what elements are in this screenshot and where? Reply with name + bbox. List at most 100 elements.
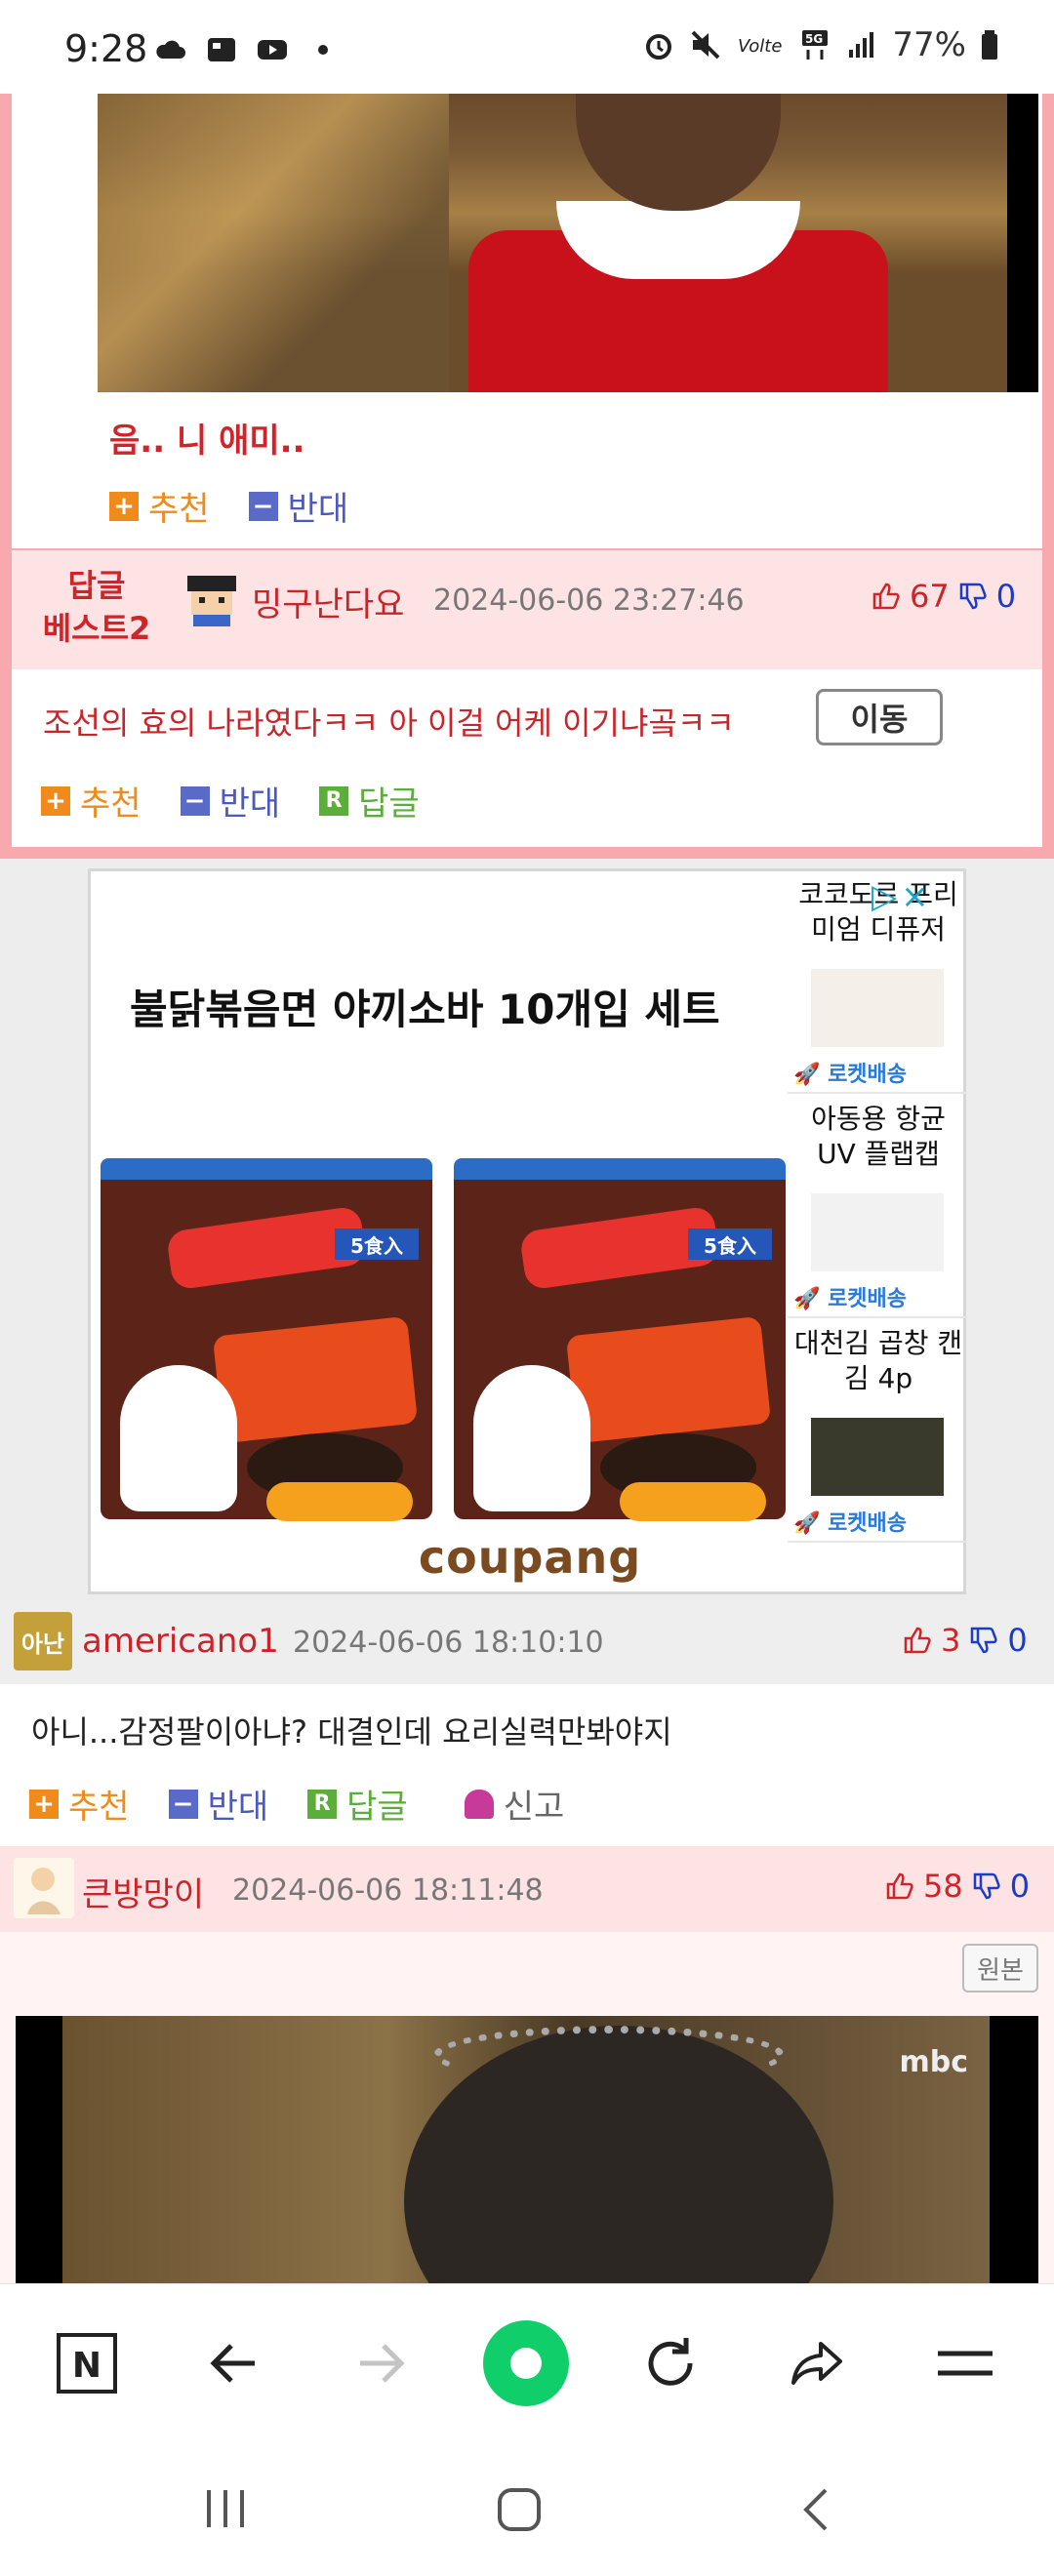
product-image[interactable]: 5食入 [454,1158,786,1521]
system-navigation-bar [0,2439,1054,2576]
username[interactable]: 큰방망이 [82,1868,204,1915]
product-image[interactable]: 5食入 [101,1158,432,1521]
best-comment-text: 조선의 효의 나라였다ㅋㅋ 아 이걸 어케 이기냐곸ㅋㅋ [43,704,735,742]
side-product[interactable]: 대천김 곱창 캔김 4p 🚀 로켓배송 [788,1320,967,1543]
rocket-delivery-label: 🚀 로켓배송 [793,1063,908,1087]
reply-button[interactable]: R 답글 [319,777,420,825]
signal-icon [849,32,874,58]
oppose-label: 반대 [207,1788,269,1827]
oppose-button[interactable]: − 반대 [168,1780,269,1828]
recent-apps-icon[interactable] [201,2484,250,2533]
forward-button[interactable] [336,2319,424,2407]
original-image-button[interactable]: 원본 [962,1944,1038,1992]
comment-text: 아니...감정팔이아냐? 대결인데 요리실력만봐야지 [31,1713,672,1751]
thumbs-up-icon[interactable] [871,581,902,612]
like-count: 3 [941,1622,961,1659]
comment-video[interactable]: mbc [16,2016,1038,2289]
svg-text:5G: 5G [805,32,823,46]
thumbs-down-icon[interactable] [957,581,989,612]
comment-date: 2024-06-06 18:11:48 [232,1873,544,1908]
video-helmet-rim [433,2026,785,2084]
best-comment-actions: + 추천 − 반대 R 답글 [41,777,420,825]
recommend-label: 추천 [68,1788,130,1827]
refresh-button[interactable] [627,2319,714,2407]
ad-side-list: 코코도르 프리미엄 디퓨저 🚀 로켓배송 아동용 항균 UV 플랩캡 🚀 로켓배… [788,871,967,1554]
recommend-button[interactable]: + 추천 [41,777,142,825]
like-count: 67 [910,578,950,615]
recommend-button[interactable]: + 추천 [29,1780,130,1828]
siren-icon [464,1789,494,1819]
browser-toolbar: N [0,2283,1054,2439]
svg-text:Volte: Volte [738,36,782,57]
pack-mascot [473,1365,590,1511]
comment-header: 아난 americano1 2024-06-06 18:10:10 3 0 [0,1600,1054,1684]
thumbs-up-icon[interactable] [902,1625,933,1656]
home-nav-icon[interactable] [494,2484,545,2535]
avatar [187,576,236,626]
thumbs-down-icon[interactable] [968,1625,999,1656]
oppose-button[interactable]: − 반대 [180,777,280,825]
close-icon[interactable]: × [901,877,929,916]
naver-button[interactable]: N [43,2319,131,2407]
status-time: 9:28 [64,27,148,70]
pack-title-graphic [565,1315,772,1444]
menu-button[interactable] [921,2319,1009,2407]
image-content [98,94,1007,392]
volte-icon: Volte [738,36,782,57]
coupang-ad[interactable]: 불닭볶음면 야끼소바 10개입 세트 5食入 5食入 코코도르 프리미엄 디퓨저… [88,868,969,1594]
dislike-count: 0 [1009,1868,1031,1905]
best-reply-header: 답글 베스트2 밍구난다요 2024-06-06 23:27:46 67 0 [12,548,1042,669]
avatar: 아난 [14,1612,72,1670]
side-product-image [811,969,944,1047]
pack-body: 5食入 [454,1180,786,1521]
plus-icon: + [109,491,139,521]
dislike-count: 0 [995,578,1017,615]
oppose-button[interactable]: − 반대 [248,482,348,530]
pack-title-graphic [212,1315,419,1444]
best-badge-line1: 답글 [67,567,126,604]
pay-icon [208,38,235,61]
ad-title[interactable]: 불닭볶음면 야끼소바 10개입 세트 [130,977,720,1036]
recommend-button[interactable]: + 추천 [109,482,210,530]
best-comment-block: 음.. 니 애미.. + 추천 − 반대 답글 베스트2 밍구난다요 2024-… [0,94,1054,859]
thumbs-up-icon[interactable] [884,1871,915,1902]
svg-text:N: N [72,2346,101,2386]
best-post-vote-row: + 추천 − 반대 [109,482,348,530]
refresh-icon [648,2338,693,2386]
pack-fire [266,1482,413,1521]
username[interactable]: americano1 [82,1622,279,1661]
pack-mascot [120,1365,237,1511]
side-product-image [811,1193,944,1271]
video-content [62,2016,990,2289]
minus-icon: − [180,785,210,816]
report-button[interactable]: 신고 [464,1780,564,1828]
minus-icon: − [248,491,278,521]
plus-icon: + [29,1789,59,1819]
youtube-icon [258,40,287,60]
move-button[interactable]: 이동 [816,689,943,745]
side-product[interactable]: 아동용 항균 UV 플랩캡 🚀 로켓배송 [788,1096,967,1318]
username[interactable]: 밍구난다요 [252,578,404,625]
dislike-count: 0 [1007,1622,1028,1659]
coupang-logo[interactable]: coupang [91,1531,969,1584]
back-nav-icon[interactable] [794,2484,837,2535]
battery-icon [982,30,997,60]
side-product-title: 대천김 곱창 캔김 4p [793,1327,963,1394]
rocket-delivery-label: 🚀 로켓배송 [793,1287,908,1311]
menu-icon [938,2351,993,2376]
pack-badge: 5食入 [688,1228,772,1260]
back-button[interactable] [191,2319,279,2407]
image-face [576,94,781,211]
like-counter: 58 0 [884,1868,1030,1905]
reply-icon: R [307,1789,338,1819]
share-button[interactable] [773,2319,861,2407]
naver-icon: N [57,2333,117,2394]
alarm-icon [646,34,672,60]
notification-dot-icon [318,45,328,55]
home-button[interactable] [482,2319,570,2407]
comment-image[interactable] [98,94,1038,392]
ad-choices-icon[interactable]: ▷ [872,877,897,916]
thumbs-down-icon[interactable] [971,1871,1002,1902]
like-counter: 3 0 [902,1622,1028,1659]
reply-button[interactable]: R 답글 [307,1780,408,1828]
